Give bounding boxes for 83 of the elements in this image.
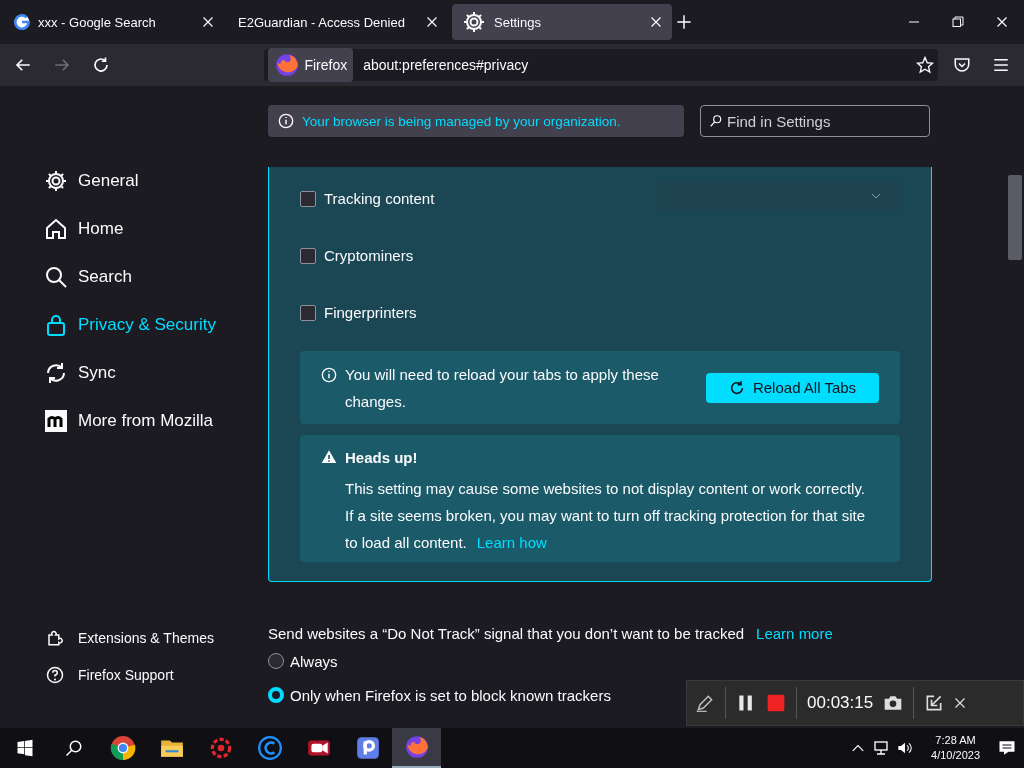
puzzle-icon [46,628,64,647]
search-icon [709,114,723,128]
identity-label[interactable]: Firefox [268,48,354,82]
close-icon [202,16,214,28]
sidebar-link[interactable]: Extensions & Themes [44,619,268,656]
flame-globe-icon [274,52,301,78]
checkbox-label: Tracking content [324,190,435,207]
gear-icon [462,10,486,34]
reload-icon [728,379,745,396]
reload-message: You will need to reload your tabs to apply these changes. [345,364,660,412]
browser-tab[interactable]: Settings [452,4,672,40]
forward-arrow-icon [53,56,72,74]
stop-icon [766,693,786,713]
back-arrow-icon [14,56,33,74]
screenshot-button[interactable] [883,693,904,713]
learn-how-link[interactable]: Learn how [476,533,547,551]
flame-globe-icon [403,734,430,760]
sidebar-item[interactable]: Home [44,205,268,253]
radio-option[interactable]: Only when Firefox is set to block known trackers [268,678,611,712]
stop-button[interactable] [766,693,786,713]
radio-button[interactable] [268,687,284,703]
bookmark-star-icon [916,56,935,74]
scrollbar-thumb[interactable] [1008,175,1022,260]
checkbox-label: Fingerprinters [324,304,417,321]
windows-icon [15,739,34,757]
logo-icon [44,409,68,433]
lock-icon [44,313,68,337]
checkbox-label: Cryptominers [324,247,414,264]
browser-tab[interactable]: xxx - Google Search [4,4,224,40]
sidebar-item[interactable]: Search [44,253,268,301]
checkbox[interactable] [300,247,316,264]
taskbar-clock[interactable]: 7:28 AM 4/10/2023 [931,733,980,763]
url-text: about:preferences#privacy [363,57,530,73]
volume-icon [897,740,914,756]
notice-text: Your browser is being managed by your organization. [302,113,621,129]
app-tile-icon [354,735,381,761]
search-icon [64,739,83,757]
site-icon [14,14,30,30]
learn-more-link[interactable]: Learn more [756,624,833,642]
warning-text: This setting may cause some websites to not display content or work correctly. If a site seems broken, you may want to turn off tracking protection for that site to load all content. Learn how [345,478,866,553]
sidebar-item[interactable]: Sync [44,349,268,397]
close-icon [996,16,1008,28]
restore-icon [952,16,964,28]
sync-icon [44,361,68,385]
pen-button[interactable] [695,693,715,713]
camera-icon [883,693,904,713]
browser-tab[interactable]: E2Guardian - Access Denied [228,4,448,40]
menu-icon [991,56,1010,74]
sidebar-item[interactable]: Privacy & Security [44,301,268,349]
search-field[interactable]: Find in Settings [700,105,930,137]
recording-time: 00:03:15 [807,693,874,713]
reload-all-tabs-button[interactable]: Reload All Tabs [706,372,879,403]
info-icon [278,113,294,129]
sidebar-item[interactable]: More from Mozilla [44,397,268,445]
close-button[interactable] [954,697,967,709]
pen-icon [695,693,715,713]
help-icon [46,665,64,684]
notification-icon [998,739,1016,757]
sidebar-item[interactable]: General [44,157,268,205]
home-icon [44,217,68,241]
browser-icon [109,735,136,761]
new-tab-icon [676,14,692,30]
reload-icon [92,56,110,74]
warning-title: Heads up! [345,449,419,468]
sidebar-link[interactable]: Firefox Support [44,656,268,693]
checkbox[interactable] [300,190,316,207]
search-icon [44,265,68,289]
info-icon [321,367,337,383]
radio-option[interactable]: Always [268,644,338,678]
warning-icon [321,449,337,465]
close-icon [650,16,662,28]
ring-icon [256,735,283,761]
radio-button[interactable] [268,653,284,669]
close-icon [954,697,967,709]
collapse-icon [924,693,945,713]
network-icon [873,740,890,756]
checkbox[interactable] [300,304,316,321]
gear-icon [44,169,68,193]
address-bar[interactable]: Firefox about:preferences#privacy [264,49,939,81]
pocket-icon [952,56,971,74]
close-icon [426,16,438,28]
collapse-button[interactable] [924,693,945,713]
dnt-label: Send websites a “Do Not Track” signal that you don’t want to be tracked [268,624,745,642]
